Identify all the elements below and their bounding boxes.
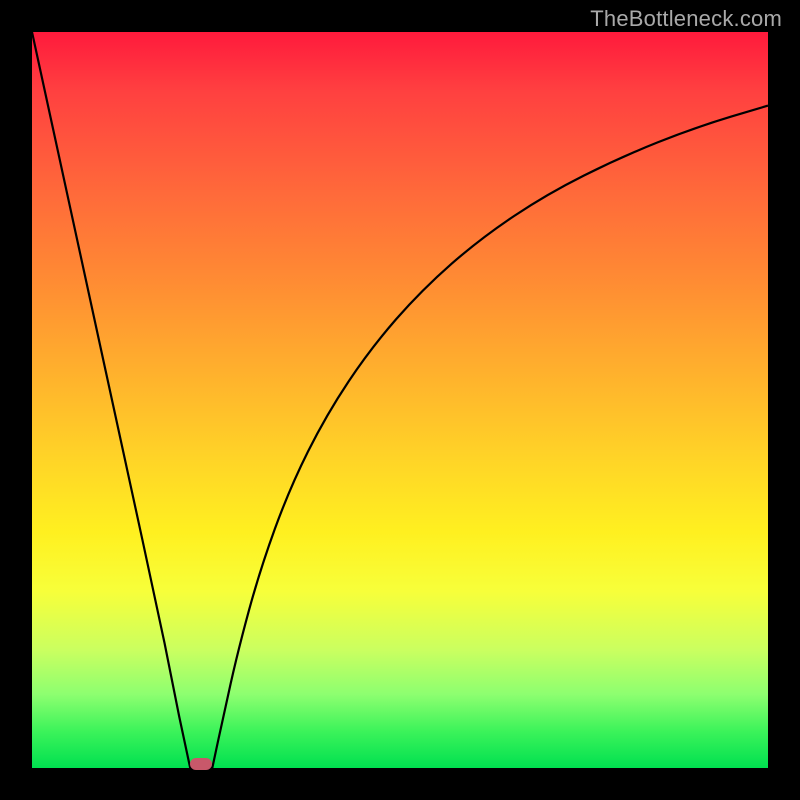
curve-svg	[32, 32, 768, 768]
chart-frame: TheBottleneck.com	[0, 0, 800, 800]
plot-area	[32, 32, 768, 768]
watermark-text: TheBottleneck.com	[590, 6, 782, 32]
bottleneck-curve	[32, 32, 768, 768]
optimal-marker	[190, 758, 212, 770]
